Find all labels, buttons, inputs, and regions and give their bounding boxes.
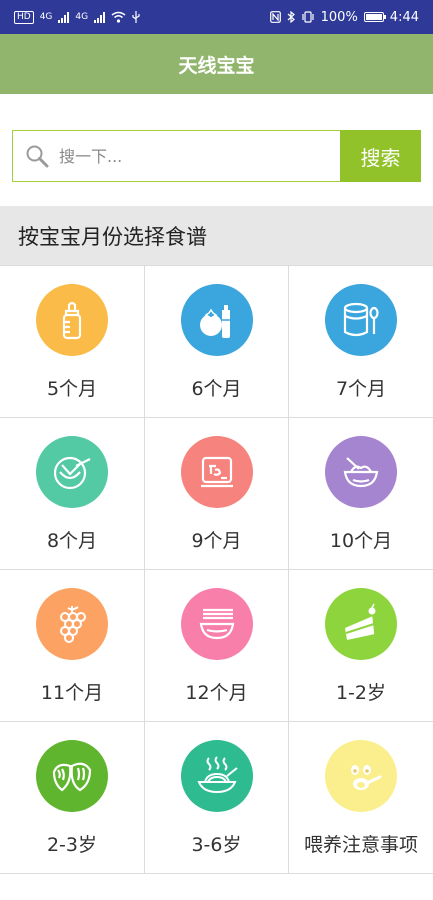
battery-percent: 100% [320, 9, 358, 25]
app-title: 天线宝宝 [178, 54, 255, 77]
category-3-6-years[interactable]: 3-6岁 [145, 722, 289, 874]
cake-icon [345, 603, 376, 640]
category-7-months[interactable]: 7个月 [289, 266, 433, 418]
tomato-juice-icon [199, 305, 230, 338]
category-icon-bg [36, 740, 108, 812]
category-icon-bg [180, 284, 253, 356]
rice-bowl-icon [343, 457, 379, 488]
category-grid: 5个月 6个月 7个月 8个月 9个月 10个月 11个月 12个月 1-2岁 … [0, 265, 433, 874]
category-1-2-years[interactable]: 1-2岁 [289, 570, 433, 722]
clock: 4:44 [389, 9, 419, 25]
category-icon-bg [36, 588, 108, 660]
category-icon-bg [180, 740, 253, 812]
search-input[interactable] [57, 145, 281, 167]
category-label: 6个月 [191, 378, 242, 400]
usb-icon [132, 11, 140, 23]
category-label: 3-6岁 [191, 834, 242, 856]
search-button[interactable]: 搜索 [340, 130, 421, 182]
section-title-text: 按宝宝月份选择食谱 [18, 224, 207, 249]
category-label: 10个月 [329, 530, 393, 552]
battery-icon [363, 12, 386, 22]
category-label: 11个月 [40, 682, 104, 704]
nfc-icon [269, 11, 281, 23]
category-11-months[interactable]: 11个月 [0, 570, 145, 722]
category-5-months[interactable]: 5个月 [0, 266, 145, 418]
category-icon-bg [36, 284, 108, 356]
category-icon-bg [36, 436, 108, 508]
category-10-months[interactable]: 10个月 [289, 418, 433, 570]
category-label: 1-2岁 [335, 682, 387, 704]
category-label: 9个月 [191, 530, 242, 552]
search-field[interactable] [12, 130, 340, 182]
signal-icon [58, 11, 70, 23]
app-bar: 天线宝宝 [0, 34, 433, 94]
search-bar: 搜索 [12, 130, 421, 182]
category-label: 8个月 [46, 530, 98, 552]
hd-indicator: HD [14, 10, 34, 24]
status-bar-left: HD 4G 4G [14, 10, 140, 24]
bluetooth-icon [287, 11, 295, 23]
status-bar-right: 100% 4:44 [269, 9, 419, 25]
category-2-3-years[interactable]: 2-3岁 [0, 722, 145, 874]
category-feeding-notes[interactable]: 喂养注意事项 [289, 722, 433, 874]
category-icon-bg [325, 284, 397, 356]
status-bar: HD 4G 4G 100% 4:44 [0, 0, 433, 34]
baby-bottle-icon [62, 301, 82, 340]
category-6-months[interactable]: 6个月 [145, 266, 289, 418]
category-12-months[interactable]: 12个月 [145, 570, 289, 722]
category-icon-bg [180, 436, 253, 508]
category-8-months[interactable]: 8个月 [0, 418, 145, 570]
category-icon-bg [325, 588, 397, 660]
dumplings-icon [52, 762, 92, 792]
vibrate-icon [302, 11, 314, 23]
search-icon [26, 145, 49, 168]
category-label: 喂养注意事项 [303, 834, 418, 856]
category-icon-bg [180, 588, 253, 660]
smiley-face-icon [351, 765, 382, 790]
food-warmer-icon [200, 456, 233, 488]
category-label: 2-3岁 [46, 834, 98, 856]
signal-icon-2 [94, 11, 106, 23]
noodle-plate-icon [197, 756, 238, 794]
noodle-bowl-icon [199, 608, 234, 640]
bowl-spoon-icon [53, 456, 91, 490]
section-title: 按宝宝月份选择食谱 [0, 206, 433, 265]
category-label: 7个月 [335, 378, 387, 400]
category-icon-bg [325, 436, 397, 508]
category-9-months[interactable]: 9个月 [145, 418, 289, 570]
grapes-icon [60, 606, 86, 643]
category-label: 12个月 [185, 682, 248, 704]
network-type-1: 4G [39, 12, 53, 22]
milk-powder-can-icon [343, 302, 379, 337]
network-type-2: 4G [75, 12, 89, 22]
category-icon-bg [325, 740, 397, 812]
category-label: 5个月 [46, 378, 98, 400]
wifi-icon [111, 11, 126, 23]
